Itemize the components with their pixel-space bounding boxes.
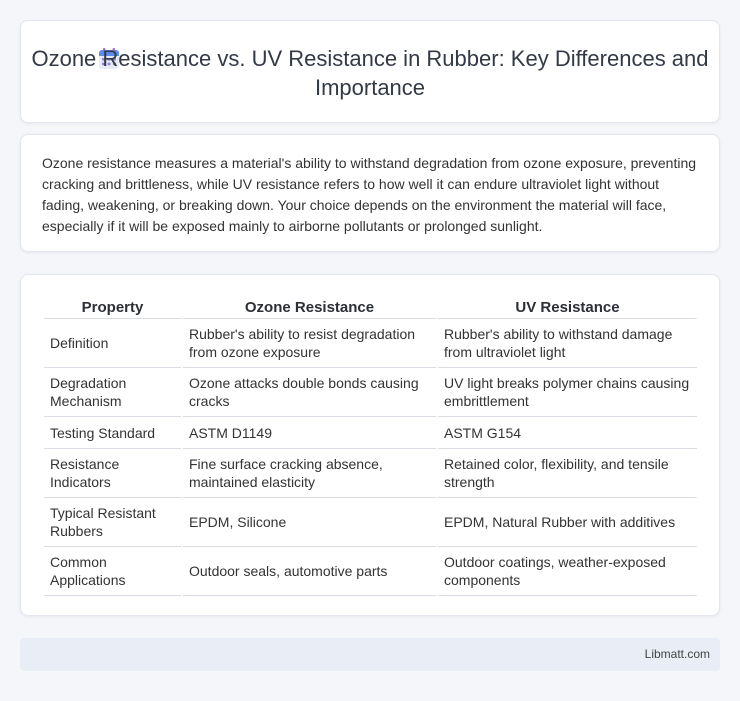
table-row: Testing Standard ASTM D1149 ASTM G154 <box>44 417 697 449</box>
table-cell-ozone: ASTM D1149 <box>183 417 436 449</box>
table-cell-ozone: Rubber's ability to resist degradation f… <box>183 319 436 368</box>
page-title: Ozone Resistance vs. UV Resistance in Ru… <box>31 46 709 100</box>
table-row: Typical Resistant Rubbers EPDM, Silicone… <box>44 498 697 547</box>
table-cell-property: Common Applications <box>44 547 181 596</box>
table-cell-ozone: EPDM, Silicone <box>183 498 436 547</box>
table-cell-uv: Retained color, flexibility, and tensile… <box>438 449 697 498</box>
table-row: Degradation Mechanism Ozone attacks doub… <box>44 368 697 417</box>
table-row: Resistance Indicators Fine surface crack… <box>44 449 697 498</box>
table-cell-ozone: Fine surface cracking absence, maintaine… <box>183 449 436 498</box>
table-cell-ozone: Outdoor seals, automotive parts <box>183 547 436 596</box>
table-cell-property: Typical Resistant Rubbers <box>44 498 181 547</box>
table-cell-property: Testing Standard <box>44 417 181 449</box>
column-header-uv: UV Resistance <box>438 295 697 319</box>
intro-card: Ozone resistance measures a material's a… <box>20 134 720 252</box>
table-cell-uv: Outdoor coatings, weather-exposed compon… <box>438 547 697 596</box>
footer-bar: Libmatt.com <box>20 638 720 671</box>
table-cell-uv: EPDM, Natural Rubber with additives <box>438 498 697 547</box>
table-cell-ozone: Ozone attacks double bonds causing crack… <box>183 368 436 417</box>
table-cell-uv: ASTM G154 <box>438 417 697 449</box>
table-cell-property: Definition <box>44 319 181 368</box>
comparison-table: Property Ozone Resistance UV Resistance … <box>42 295 699 596</box>
table-cell-uv: Rubber's ability to withstand damage fro… <box>438 319 697 368</box>
table-row: Definition Rubber's ability to resist de… <box>44 319 697 368</box>
comparison-table-card: Property Ozone Resistance UV Resistance … <box>20 274 720 616</box>
table-header-row: Property Ozone Resistance UV Resistance <box>44 295 697 319</box>
title-card: Ozone Resistance vs. UV Resistance in Ru… <box>20 20 720 123</box>
table-row: Common Applications Outdoor seals, autom… <box>44 547 697 596</box>
column-header-ozone: Ozone Resistance <box>183 295 436 319</box>
table-cell-property: Degradation Mechanism <box>44 368 181 417</box>
footer-site-link[interactable]: Libmatt.com <box>645 647 710 661</box>
table-cell-uv: UV light breaks polymer chains causing e… <box>438 368 697 417</box>
intro-paragraph: Ozone resistance measures a material's a… <box>42 155 697 234</box>
table-cell-property: Resistance Indicators <box>44 449 181 498</box>
column-header-property: Property <box>44 295 181 319</box>
